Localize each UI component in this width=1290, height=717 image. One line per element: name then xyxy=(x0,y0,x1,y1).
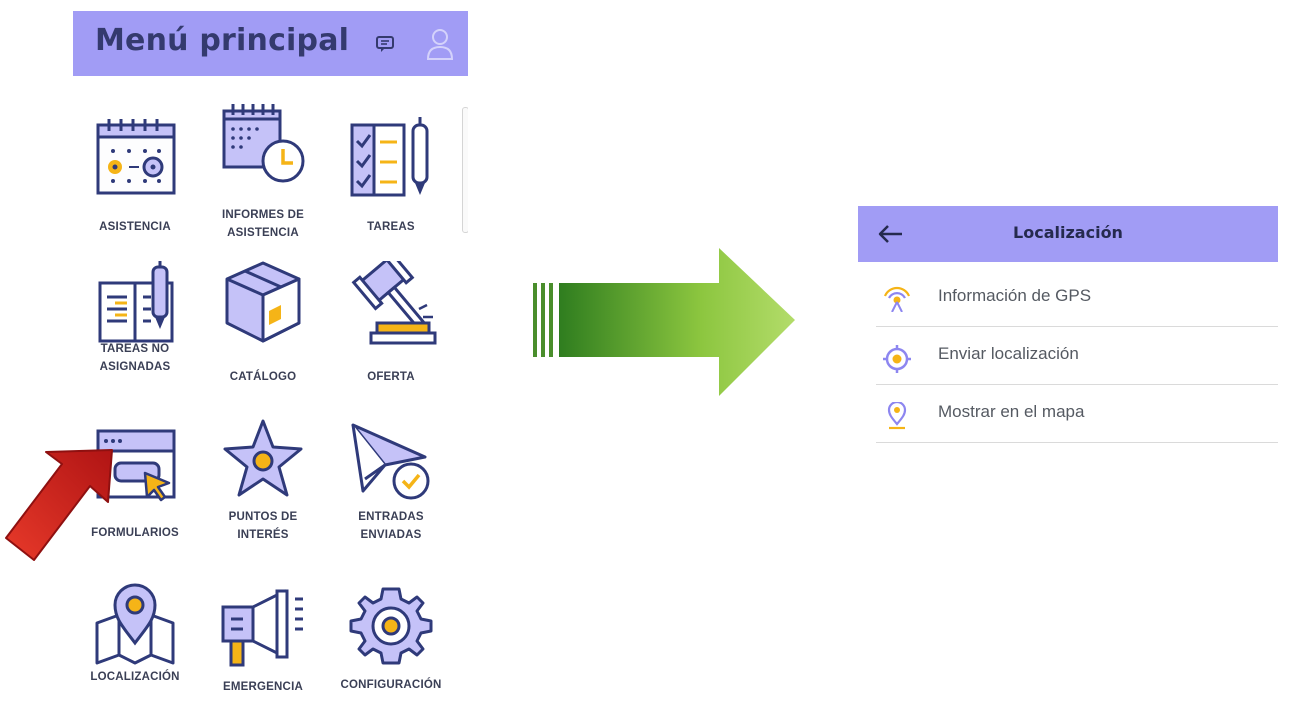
tile-label: ENTRADAS xyxy=(358,511,424,523)
notebook-pen-icon xyxy=(98,261,174,343)
map-pin-icon xyxy=(887,402,907,430)
menu-item-label: Enviar localización xyxy=(938,344,1079,363)
main-menu-screen: Menú principal ASISTENCIA INFORMES DE AS… xyxy=(73,11,468,717)
tile-tareas-no-asignadas[interactable]: TAREAS NO ASIGNADAS xyxy=(75,261,195,401)
tile-asistencia[interactable]: ASISTENCIA xyxy=(75,107,195,247)
tile-label: EMERGENCIA xyxy=(223,681,303,693)
page-title: Menú principal xyxy=(95,23,350,58)
menu-item-show-on-map[interactable]: Mostrar en el mapa xyxy=(876,386,1278,443)
gear-icon xyxy=(349,587,433,665)
pointer-arrow-icon xyxy=(5,449,113,561)
localization-header: Localización xyxy=(858,206,1278,262)
tile-label: ASISTENCIA xyxy=(99,221,171,233)
tile-emergencia[interactable]: EMERGENCIA xyxy=(203,583,323,703)
tile-puntos-de-interes[interactable]: PUNTOS DE INTERÉS xyxy=(203,419,323,563)
tile-label: OFERTA xyxy=(367,371,415,383)
tile-label: CONFIGURACIÓN xyxy=(340,679,442,691)
checklist-icon xyxy=(350,117,429,197)
auction-gavel-icon xyxy=(351,261,437,345)
star-icon xyxy=(223,419,303,497)
tile-label: ASISTENCIA xyxy=(227,227,299,239)
map-location-icon xyxy=(95,583,175,665)
tile-configuracion[interactable]: CONFIGURACIÓN xyxy=(331,583,451,703)
target-icon xyxy=(883,345,911,373)
tile-label: ENVIADAS xyxy=(360,529,422,541)
menu-item-gps-info[interactable]: Información de GPS xyxy=(876,270,1278,327)
menu-header: Menú principal xyxy=(73,11,468,76)
tile-label: PUNTOS DE xyxy=(228,511,298,523)
green-arrow-icon xyxy=(533,248,795,396)
profile-icon[interactable] xyxy=(425,27,455,61)
localization-screen: Localización Información de GPS Enviar l… xyxy=(858,206,1278,506)
tile-catalogo[interactable]: CATÁLOGO xyxy=(203,261,323,401)
menu-item-label: Información de GPS xyxy=(938,286,1092,305)
menu-item-label: Mostrar en el mapa xyxy=(938,402,1085,421)
tile-label: LOCALIZACIÓN xyxy=(90,671,180,683)
menu-item-send-location[interactable]: Enviar localización xyxy=(876,328,1278,385)
tile-oferta[interactable]: OFERTA xyxy=(331,261,451,401)
page-title: Localización xyxy=(1013,223,1123,242)
calendar-icon xyxy=(96,119,176,195)
tile-label: TAREAS NO xyxy=(100,343,170,355)
tile-informes-asistencia[interactable]: INFORMES DE ASISTENCIA xyxy=(203,104,323,247)
scrollbar[interactable] xyxy=(462,107,468,233)
tile-tareas[interactable]: TAREAS xyxy=(331,107,451,247)
tile-localizacion[interactable]: LOCALIZACIÓN xyxy=(75,583,195,703)
tile-label: INTERÉS xyxy=(237,529,289,541)
tile-label: TAREAS xyxy=(367,221,415,233)
box-icon xyxy=(225,261,301,343)
tile-label: CATÁLOGO xyxy=(229,371,297,383)
gps-signal-icon xyxy=(883,286,911,312)
calendar-clock-icon xyxy=(222,104,305,183)
tile-label: ASIGNADAS xyxy=(99,361,171,373)
send-check-icon xyxy=(351,423,430,500)
tile-entradas-enviadas[interactable]: ENTRADAS ENVIADAS xyxy=(331,423,451,563)
chat-icon[interactable] xyxy=(375,35,395,53)
tile-label: INFORMES DE xyxy=(221,209,305,221)
megaphone-icon xyxy=(221,589,303,667)
